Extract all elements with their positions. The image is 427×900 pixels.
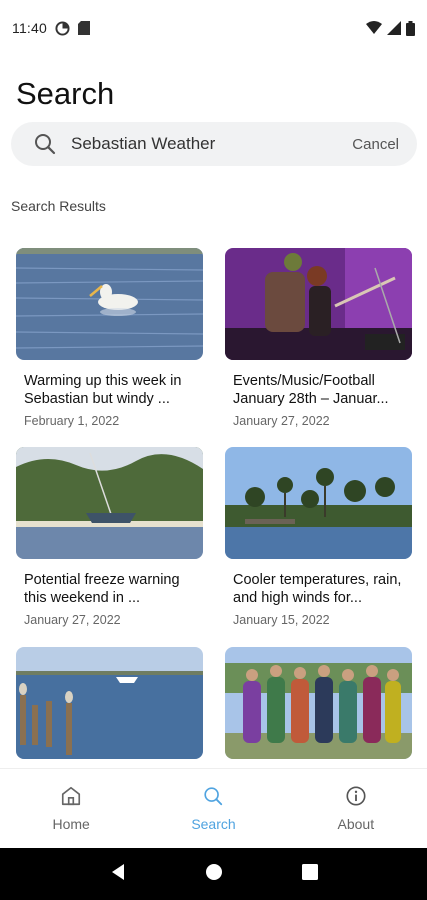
cancel-button[interactable]: Cancel xyxy=(348,132,403,157)
page-title: Search xyxy=(16,76,115,111)
nav-search[interactable]: Search xyxy=(142,769,284,848)
nav-about[interactable]: About xyxy=(285,769,427,848)
system-nav-bar xyxy=(0,848,427,900)
info-icon xyxy=(345,785,367,812)
nav-home-label: Home xyxy=(52,816,90,832)
result-title: Cooler temperatures, rain, and high wind… xyxy=(233,572,402,606)
pelicans-on-pilings-image xyxy=(16,647,203,759)
home-circle-icon[interactable] xyxy=(205,863,223,886)
status-time: 11:40 xyxy=(12,20,47,36)
result-title: Events/Music/Football January 28th – Jan… xyxy=(233,373,389,407)
sim-card-icon xyxy=(78,21,90,35)
search-icon xyxy=(33,132,57,156)
sailboat-shoreline-image xyxy=(16,447,203,559)
bottom-nav: Home Search About xyxy=(0,768,427,848)
search-icon xyxy=(202,785,224,812)
back-icon[interactable] xyxy=(109,863,127,886)
search-bar[interactable]: Cancel xyxy=(11,122,417,166)
result-date: January 15, 2022 xyxy=(233,613,330,627)
wifi-icon xyxy=(366,21,382,35)
result-card[interactable]: Warming up this week in Sebastian but wi… xyxy=(16,248,203,428)
band-performing-image xyxy=(225,248,412,360)
result-card[interactable]: Potential freeze warning this weekend in… xyxy=(16,447,203,627)
pelican-on-water-image xyxy=(16,248,203,360)
result-card[interactable]: Cooler temperatures, rain, and high wind… xyxy=(225,447,412,627)
result-date: February 1, 2022 xyxy=(24,414,120,428)
result-card[interactable]: Events/Music/Football January 28th – Jan… xyxy=(225,248,412,428)
search-input[interactable] xyxy=(71,134,349,154)
battery-icon xyxy=(406,20,415,36)
result-title: Potential freeze warning this weekend in… xyxy=(24,572,180,606)
costumed-group-image xyxy=(225,647,412,759)
result-card[interactable] xyxy=(16,647,203,759)
result-date: January 27, 2022 xyxy=(24,613,121,627)
result-date: January 27, 2022 xyxy=(233,414,330,428)
home-icon xyxy=(60,785,82,812)
search-results-label: Search Results xyxy=(11,198,106,214)
palm-trees-river-image xyxy=(225,447,412,559)
result-title: Warming up this week in Sebastian but wi… xyxy=(24,373,182,407)
data-saver-icon xyxy=(55,20,70,36)
nav-search-label: Search xyxy=(191,816,236,832)
nav-about-label: About xyxy=(337,816,375,832)
recents-icon[interactable] xyxy=(301,863,318,885)
result-card[interactable] xyxy=(225,647,412,759)
status-bar: 11:40 xyxy=(0,0,427,56)
cell-signal-icon xyxy=(387,21,401,35)
nav-home[interactable]: Home xyxy=(0,769,142,848)
